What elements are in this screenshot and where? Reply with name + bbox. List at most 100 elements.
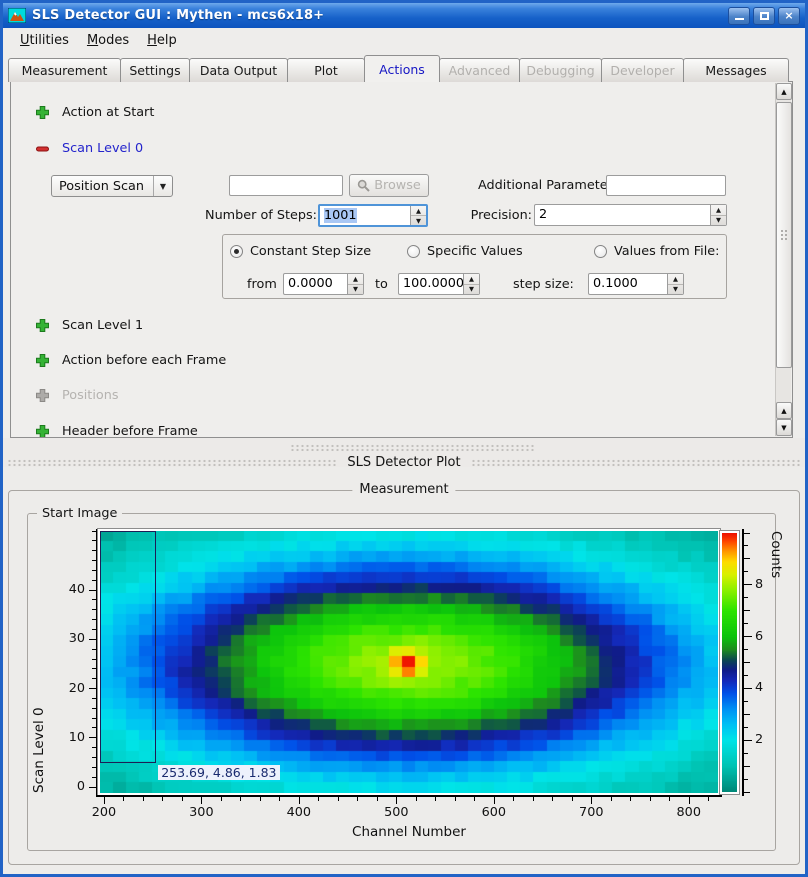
- tab-bar: Measurement Settings Data Output Plot Ac…: [8, 55, 788, 82]
- x-minor-tick: [611, 797, 612, 801]
- expand-plus-icon[interactable]: [35, 424, 50, 439]
- x-minor-tick: [630, 797, 631, 801]
- x-tick-label: 200: [84, 805, 124, 820]
- spin-up-icon[interactable]: ▲: [411, 206, 426, 216]
- close-icon: ×: [784, 9, 793, 22]
- spin-down-icon[interactable]: ▼: [411, 216, 426, 225]
- step-size-value[interactable]: 0.1000: [589, 274, 667, 294]
- action-row-label[interactable]: Scan Level 0: [62, 141, 143, 156]
- expand-plus-icon[interactable]: [35, 353, 50, 368]
- x-minor-tick: [416, 797, 417, 801]
- from-spinbox[interactable]: 0.0000 ▲▼: [283, 273, 364, 295]
- colorbar-minor-tick: [744, 545, 748, 546]
- spin-down-icon[interactable]: ▼: [464, 285, 479, 295]
- radio-unselected-icon[interactable]: [407, 245, 420, 258]
- splitter-grip-dots[interactable]: [290, 444, 535, 451]
- measurement-group-title: Measurement: [352, 482, 455, 497]
- y-major-tick: [89, 590, 96, 591]
- menu-help[interactable]: Help: [138, 31, 186, 50]
- to-value[interactable]: 100.0000: [399, 274, 463, 294]
- radio-specific-values[interactable]: Specific Values: [407, 244, 523, 259]
- action-row-label[interactable]: Action at Start: [62, 105, 154, 120]
- scroll-up-button-2[interactable]: ▲: [776, 402, 792, 419]
- precision-spinbox[interactable]: 2 ▲▼: [534, 204, 727, 226]
- vertical-scrollbar[interactable]: ▲ ▲ ▼: [775, 83, 791, 436]
- action-row-label[interactable]: Header before Frame: [62, 424, 198, 439]
- x-major-tick: [494, 797, 495, 804]
- action-row-label[interactable]: Scan Level 1: [62, 318, 143, 333]
- tab-data-output[interactable]: Data Output: [189, 58, 288, 82]
- additional-parameter-label: Additional Parameter:: [478, 178, 617, 193]
- number-of-steps-value[interactable]: 1001: [324, 208, 357, 223]
- x-major-tick: [201, 797, 202, 804]
- action-row-label[interactable]: Action before each Frame: [62, 353, 226, 368]
- spin-up-icon[interactable]: ▲: [668, 274, 683, 285]
- scroll-up-button[interactable]: ▲: [776, 83, 792, 100]
- tab-messages[interactable]: Messages: [683, 58, 789, 82]
- x-minor-tick: [221, 797, 222, 801]
- x-tick-marks: [100, 797, 718, 805]
- header-before-frame-row[interactable]: Header before Frame: [35, 423, 198, 438]
- spin-down-icon[interactable]: ▼: [668, 285, 683, 295]
- y-tick-label: 0: [55, 779, 85, 794]
- radio-constant-step-size[interactable]: Constant Step Size: [230, 244, 371, 259]
- y-tick-label: 20: [55, 681, 85, 696]
- collapse-minus-icon[interactable]: [35, 141, 50, 156]
- plot-splitter-handle[interactable]: SLS Detector Plot: [3, 438, 805, 467]
- scan-level-0-row[interactable]: Scan Level 0: [35, 140, 143, 156]
- menu-utilities[interactable]: Utilities: [11, 31, 78, 50]
- colorbar-major-tick: [744, 584, 752, 585]
- tab-developer: Developer: [601, 58, 684, 82]
- action-at-start-row[interactable]: Action at Start: [35, 104, 154, 120]
- scroll-down-button[interactable]: ▼: [776, 419, 792, 436]
- y-axis-title: Scan Level 0: [31, 531, 47, 793]
- title-bar[interactable]: SLS Detector GUI : Mythen - mcs6x18+ ×: [3, 3, 805, 28]
- tab-plot[interactable]: Plot: [287, 58, 365, 82]
- from-value[interactable]: 0.0000: [284, 274, 347, 294]
- plot-dock: Measurement Start Image Scan Level 0 010…: [3, 467, 805, 874]
- radio-selected-icon[interactable]: [230, 245, 243, 258]
- radio-values-from-file[interactable]: Values from File:: [594, 244, 719, 259]
- close-button[interactable]: ×: [778, 7, 800, 25]
- action-before-frame-row[interactable]: Action before each Frame: [35, 352, 226, 368]
- x-minor-tick: [669, 797, 670, 801]
- heatmap-canvas[interactable]: [100, 531, 718, 793]
- spin-up-icon[interactable]: ▲: [348, 274, 363, 285]
- y-major-tick: [89, 787, 96, 788]
- to-spinbox[interactable]: 100.0000 ▲▼: [398, 273, 480, 295]
- scan-script-input[interactable]: [229, 175, 343, 196]
- step-size-spinbox[interactable]: 0.1000 ▲▼: [588, 273, 684, 295]
- tab-settings[interactable]: Settings: [120, 58, 190, 82]
- x-tick-label: 800: [669, 805, 709, 820]
- spin-up-icon[interactable]: ▲: [711, 205, 726, 216]
- cursor-position-readout: 253.69, 4.86, 1.83: [158, 765, 279, 780]
- number-of-steps-spinbox[interactable]: 1001 ▲▼: [318, 204, 428, 227]
- colorbar-tick-label: 4: [755, 680, 763, 695]
- tab-measurement[interactable]: Measurement: [8, 58, 121, 82]
- browse-button: Browse: [349, 174, 429, 197]
- x-minor-tick: [572, 797, 573, 801]
- minimize-button[interactable]: [728, 7, 750, 25]
- splitter-grip-dots[interactable]: [7, 459, 337, 466]
- radio-label: Constant Step Size: [250, 244, 371, 259]
- spin-up-icon[interactable]: ▲: [464, 274, 479, 285]
- scrollbar-thumb[interactable]: [776, 102, 792, 368]
- tab-actions[interactable]: Actions: [364, 55, 440, 82]
- splitter-grip-dots[interactable]: [471, 459, 801, 466]
- colorbar-minor-tick: [744, 623, 748, 624]
- precision-label: Precision:: [466, 208, 532, 223]
- scan-level-1-row[interactable]: Scan Level 1: [35, 317, 143, 333]
- menu-modes[interactable]: Modes: [78, 31, 138, 50]
- maximize-button[interactable]: [753, 7, 775, 25]
- radio-unselected-icon[interactable]: [594, 245, 607, 258]
- expand-plus-icon[interactable]: [35, 318, 50, 333]
- x-tick-labels: 200300400500600700800: [100, 805, 718, 821]
- heatmap-plot-area[interactable]: 253.69, 4.86, 1.83: [98, 529, 720, 795]
- precision-value[interactable]: 2: [535, 205, 710, 225]
- spin-down-icon[interactable]: ▼: [711, 216, 726, 226]
- expand-plus-icon[interactable]: [35, 105, 50, 120]
- x-minor-tick: [377, 797, 378, 801]
- chevron-down-icon: ▼: [153, 176, 172, 196]
- scan-mode-select[interactable]: Position Scan ▼: [51, 175, 173, 197]
- spin-down-icon[interactable]: ▼: [348, 285, 363, 295]
